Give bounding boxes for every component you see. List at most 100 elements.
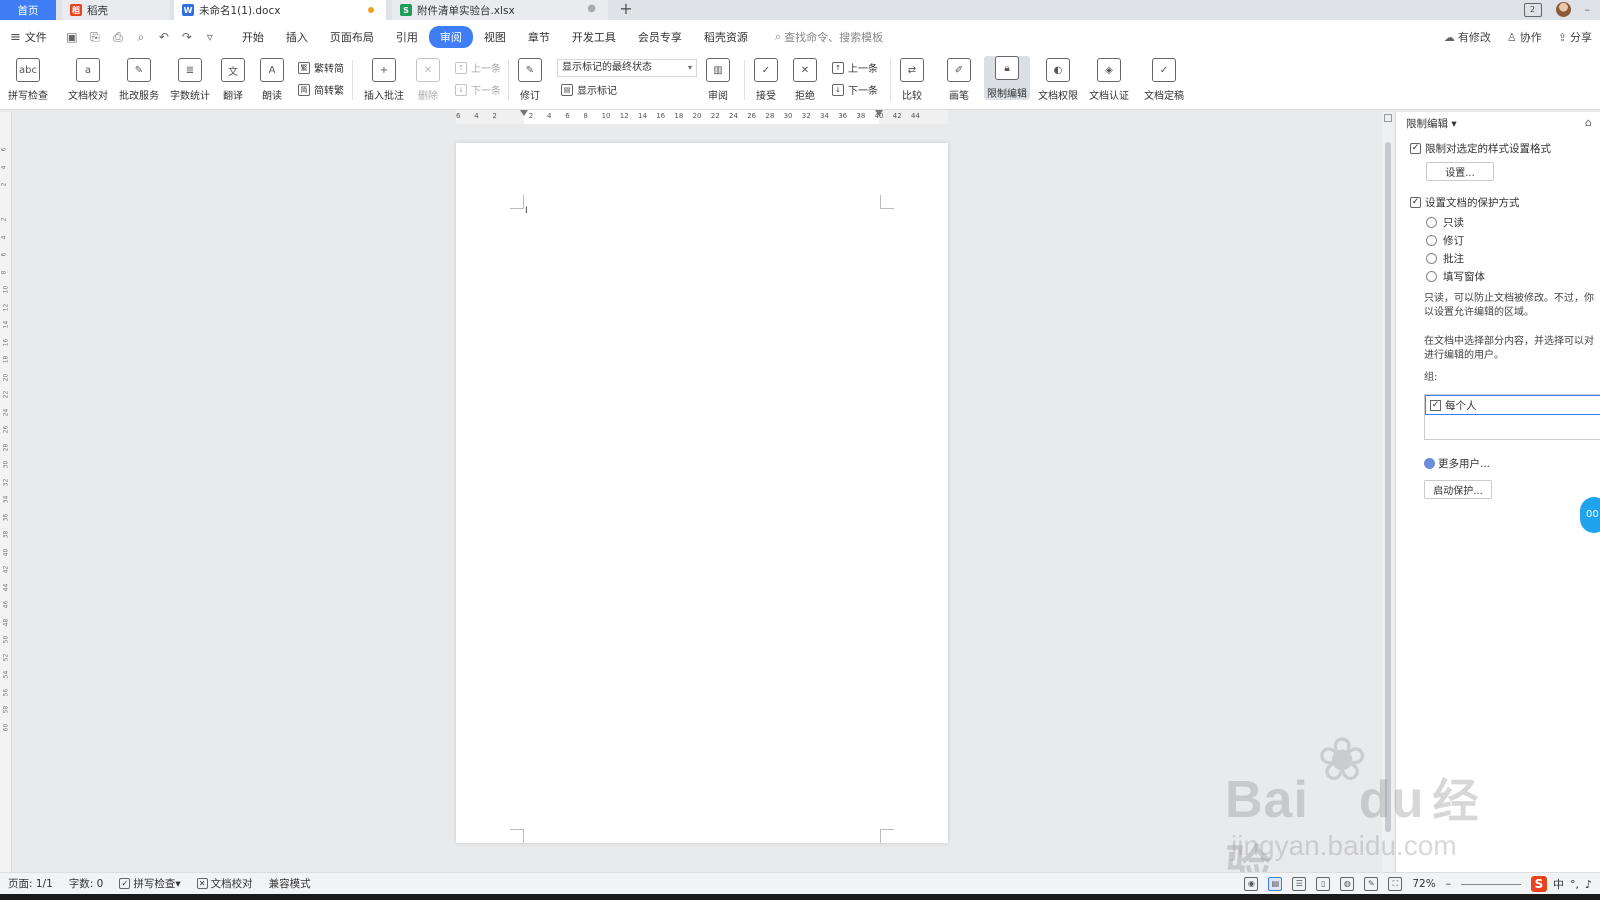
pin-icon[interactable]: ⌂: [1585, 116, 1592, 129]
layout-switch-icon[interactable]: 2: [1523, 2, 1542, 17]
radio-track-changes[interactable]: 修订: [1426, 233, 1464, 248]
doc-rights-button[interactable]: ◐ 文档权限: [1038, 58, 1078, 102]
file-menu-button[interactable]: ≡ 文件: [10, 29, 47, 45]
radio-comments-label: 批注: [1443, 253, 1464, 265]
avatar[interactable]: [1555, 2, 1571, 17]
radio-fill-forms[interactable]: 填写窗体: [1426, 269, 1485, 284]
modified-button[interactable]: ☁ 有修改: [1444, 29, 1491, 45]
next-comment-icon: ↓: [455, 83, 467, 96]
print-icon[interactable]: ⎙: [111, 30, 125, 45]
tab-daoke[interactable]: 稻 稻壳: [62, 0, 170, 20]
menu-tab-5[interactable]: 视图: [473, 26, 517, 48]
web-view-icon[interactable]: ◍: [1340, 877, 1355, 891]
print-preview-icon[interactable]: ⌕: [134, 30, 148, 45]
doc-proof-icon: a: [76, 58, 100, 82]
page-view-icon[interactable]: ▤: [1268, 877, 1283, 891]
accept-button[interactable]: ✓ 接受: [754, 58, 778, 102]
ime-language: 中: [1552, 878, 1564, 891]
protect-method-checkbox[interactable]: ✓ 设置文档的保护方式: [1410, 195, 1520, 210]
review-pane-button[interactable]: ▥ 审阅: [706, 58, 730, 102]
horizontal-ruler[interactable]: 6 4 2 2 4 6 8 10 12 14 16 18 20 22 24 26 28 30 32 34 36 38 40 4…: [456, 110, 948, 124]
pen-button[interactable]: ✐ 画笔: [947, 58, 971, 102]
doc-cert-button[interactable]: ◈ 文档认证: [1089, 58, 1129, 102]
tab-document[interactable]: W 未命名1(1).docx: [174, 0, 386, 20]
outline-view-icon[interactable]: ☰: [1292, 877, 1307, 891]
menu-tab-6[interactable]: 章节: [517, 26, 561, 48]
menu-tab-1[interactable]: 插入: [275, 26, 319, 48]
reading-view-icon[interactable]: ▯: [1316, 877, 1331, 891]
next-comment-button[interactable]: ↓ 下一条: [455, 82, 501, 97]
fit-page-icon[interactable]: ⛶: [1388, 877, 1403, 891]
menu-tab-3[interactable]: 引用: [385, 26, 429, 48]
word-count-indicator[interactable]: 字数: 0: [69, 876, 104, 891]
collab-button[interactable]: ♙ 协作: [1507, 29, 1542, 45]
group-everyone-checkbox[interactable]: ✓ 每个人: [1425, 395, 1600, 415]
radio-comments[interactable]: 批注: [1426, 251, 1464, 266]
export-pdf-icon[interactable]: ⎘: [88, 30, 102, 45]
compare-button[interactable]: ⇄ 比较: [900, 58, 924, 102]
more-users-link[interactable]: 更多用户...: [1424, 456, 1490, 471]
close-tab-icon[interactable]: ●: [587, 3, 596, 14]
restrict-edit-button[interactable]: 🔒︎ 限制编辑: [984, 56, 1030, 100]
first-indent-marker[interactable]: [520, 110, 528, 116]
save-icon[interactable]: ▣: [65, 30, 79, 45]
settings-button[interactable]: 设置...: [1426, 162, 1494, 181]
show-markup-button[interactable]: ▤ 显示标记: [561, 82, 617, 97]
menu-tab-9[interactable]: 稻壳资源: [693, 26, 759, 48]
eye-protection-icon[interactable]: ◉: [1244, 877, 1259, 891]
tab-home[interactable]: 首页: [0, 0, 56, 20]
menu-tab-7[interactable]: 开发工具: [561, 26, 627, 48]
zoom-slider[interactable]: [1460, 883, 1521, 885]
write-mode-icon[interactable]: ✎: [1364, 877, 1379, 891]
zoom-level[interactable]: 72%: [1412, 878, 1435, 890]
markup-state-select[interactable]: 显示标记的最终状态 ▾: [557, 59, 697, 77]
status-doc-proof[interactable]: ✕ 文档校对: [196, 876, 253, 891]
menu-tab-0[interactable]: 开始: [231, 26, 275, 48]
simp-to-trad-button[interactable]: 简简转繁: [298, 82, 344, 97]
format-restrict-checkbox[interactable]: ✓ 限制对选定的样式设置格式: [1410, 141, 1551, 156]
menu-tab-8[interactable]: 会员专享: [627, 26, 693, 48]
page-indicator[interactable]: 页面: 1/1: [8, 876, 53, 891]
spell-check-button[interactable]: abc 拼写检查: [8, 58, 48, 102]
read-aloud-button[interactable]: A 朗读: [260, 58, 284, 102]
reject-button[interactable]: ✕ 拒绝: [793, 58, 817, 102]
redo-icon[interactable]: ↷: [180, 30, 194, 45]
panel-title[interactable]: 限制编辑 ▾: [1406, 116, 1457, 131]
doc-finalize-button[interactable]: ✓ 文档定稿: [1144, 58, 1184, 102]
trad-to-simp-button[interactable]: 繁繁转简: [298, 60, 344, 75]
next-change-button[interactable]: ↓ 下一条: [832, 82, 878, 97]
start-protection-button[interactable]: 启动保护...: [1424, 480, 1492, 499]
menu-tab-4[interactable]: 审阅: [428, 26, 473, 48]
tab-document-label: 未命名1(1).docx: [199, 4, 281, 17]
revise-button[interactable]: ✎ 修订: [518, 58, 542, 102]
new-tab-button[interactable]: +: [616, 0, 636, 20]
ruler-tick-label: 16: [656, 112, 666, 120]
customize-icon[interactable]: ▿: [203, 30, 217, 45]
menu-tab-2[interactable]: 页面布局: [319, 26, 385, 48]
document-page[interactable]: I: [456, 143, 948, 843]
word-count-button[interactable]: ≣ 字数统计: [170, 58, 210, 102]
prev-comment-button[interactable]: ↑ 上一条: [455, 60, 501, 75]
radio-read-only[interactable]: 只读: [1426, 215, 1464, 230]
status-spell-check[interactable]: ✓ 拼写检查 ▾: [119, 876, 181, 891]
insert-comment-button[interactable]: + 插入批注: [364, 58, 404, 102]
title-bar: 首页 稻 稻壳 W 未命名1(1).docx S 附件清单实验台.xlsx ● …: [0, 0, 1600, 20]
prev-change-button[interactable]: ↑ 上一条: [832, 60, 878, 75]
undo-icon[interactable]: ↶: [157, 30, 171, 45]
markup-state-value: 显示标记的最终状态: [562, 62, 652, 73]
review-service-button[interactable]: ✎ 批改服务: [119, 58, 159, 102]
scroll-top-icon[interactable]: [1384, 114, 1392, 122]
zoom-out-icon[interactable]: –: [1446, 878, 1451, 890]
command-search[interactable]: ⌕ 查找命令、搜索模板: [775, 29, 883, 45]
revise-label: 修订: [520, 91, 540, 102]
share-button[interactable]: ⇪ 分享: [1558, 29, 1592, 45]
minimize-icon[interactable]: –: [1585, 3, 1591, 16]
group-everyone-label: 每个人: [1445, 399, 1477, 412]
delete-comment-button[interactable]: ✕ 删除: [416, 58, 440, 102]
doc-proof-button[interactable]: a 文档校对: [68, 58, 108, 102]
translate-button[interactable]: 文翻译: [221, 58, 245, 102]
ime-toolbar[interactable]: S 中 °, ♪: [1530, 876, 1592, 892]
finalize-icon: ✓: [1152, 58, 1176, 82]
tab-spreadsheet[interactable]: S 附件清单实验台.xlsx ●: [392, 0, 608, 20]
floating-assistant-button[interactable]: 00: [1580, 497, 1600, 533]
